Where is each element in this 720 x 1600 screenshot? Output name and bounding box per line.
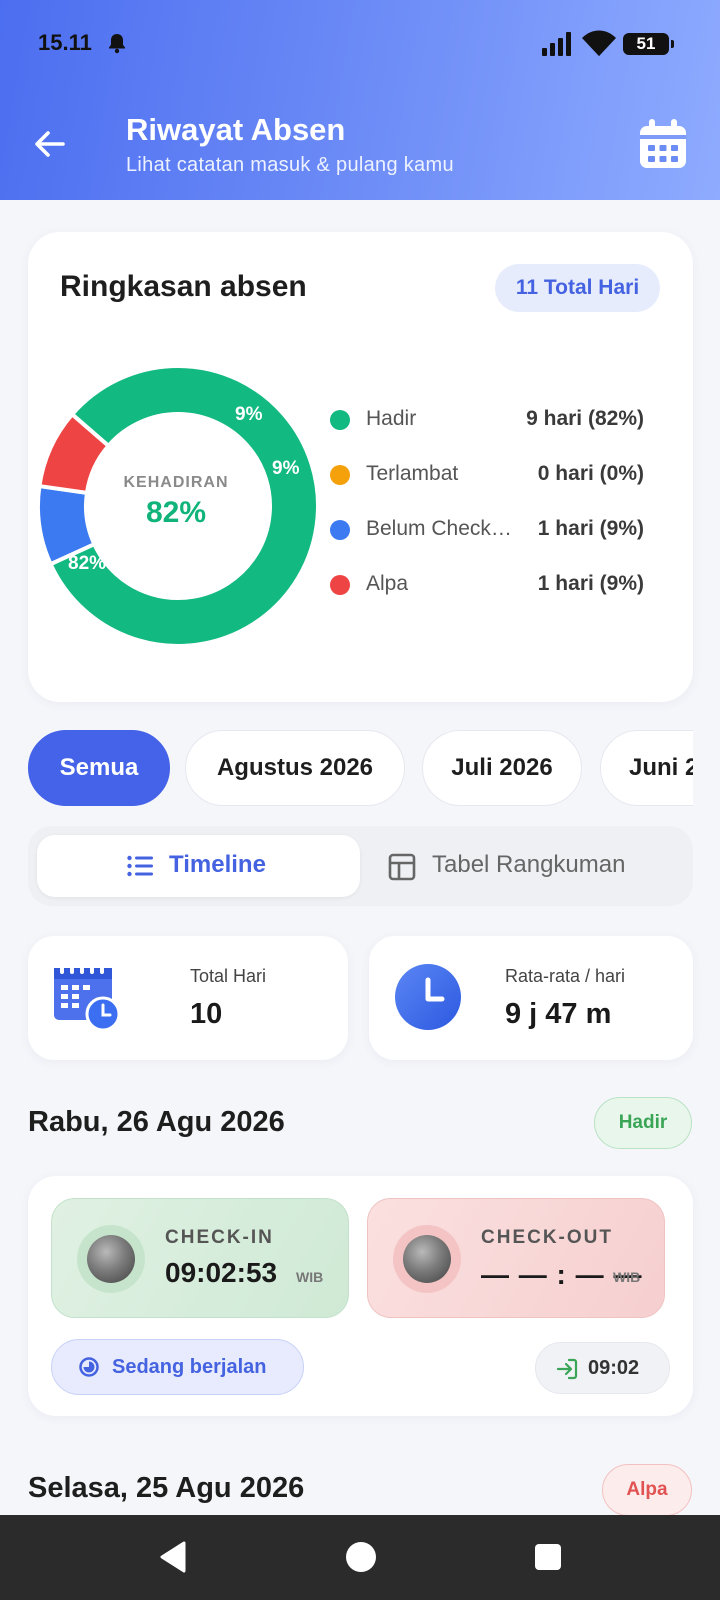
donut-center-value: 82% — [145, 496, 207, 529]
check-in-label: CHECK-IN — [165, 1227, 274, 1248]
check-out-box[interactable]: CHECK-OUT — — : — — WIB — [367, 1198, 665, 1318]
battery-icon: 51 — [623, 33, 674, 55]
table-icon — [388, 853, 416, 881]
legend-value: 1 hari (9%) — [537, 572, 644, 595]
legend-item-hadir: Hadir 9 hari (82%) — [328, 400, 658, 440]
check-out-label: CHECK-OUT — [481, 1227, 613, 1248]
average-label: Rata-rata / hari — [505, 966, 626, 986]
check-in-time: 09:02:53 — [165, 1257, 278, 1288]
month-filter-tabs: Semua Agustus 2026 Juli 2026 Juni 2026 — [28, 730, 693, 806]
notification-bell-icon — [109, 34, 125, 54]
status-badge-hadir: Hadir — [594, 1097, 692, 1149]
status-time: 15.11 — [38, 30, 92, 55]
legend-label: Belum Check-out — [366, 517, 514, 540]
legend-dot — [330, 410, 350, 430]
page-title: Riwayat Absen — [126, 112, 346, 147]
status-badge-alpa: Alpa — [602, 1464, 692, 1516]
legend-item-alpa: Alpa 1 hari (9%) — [328, 565, 658, 605]
progress-icon — [79, 1357, 99, 1377]
in-progress-badge: Sedang berjalan — [51, 1339, 304, 1395]
average-hours-card: Rata-rata / hari 9 j 47 m — [369, 936, 693, 1060]
tab-table-summary[interactable]: Tabel Rangkuman — [360, 835, 684, 897]
summary-title: Ringkasan absen — [60, 270, 307, 303]
average-value: 9 j 47 m — [505, 998, 612, 1030]
wifi-icon — [582, 30, 616, 56]
cellular-signal-icon — [542, 32, 571, 56]
system-navigation-bar — [0, 1515, 720, 1600]
check-in-photo[interactable] — [87, 1235, 135, 1283]
status-bar: 15.11 51 — [0, 0, 720, 90]
list-icon — [127, 855, 153, 877]
tab-agustus-2026[interactable]: Agustus 2026 — [185, 730, 405, 806]
nav-back-icon[interactable] — [158, 1541, 188, 1573]
in-progress-text: Sedang berjalan — [112, 1356, 267, 1378]
legend-dot — [330, 520, 350, 540]
tab-juni-2026[interactable]: Juni 2026 — [600, 730, 693, 806]
tab-juli-2026[interactable]: Juli 2026 — [422, 730, 582, 806]
back-arrow-icon[interactable] — [30, 124, 70, 164]
check-in-time-badge: 09:02 — [535, 1342, 670, 1394]
login-icon — [556, 1358, 578, 1380]
tab-table-summary-label: Tabel Rangkuman — [432, 851, 626, 878]
entry-date: Selasa, 25 Agu 2026 — [28, 1472, 305, 1504]
tab-semua[interactable]: Semua — [28, 730, 170, 806]
donut-center-label: KEHADIRAN — [123, 474, 229, 491]
battery-level: 51 — [636, 34, 656, 53]
nav-home-icon[interactable] — [345, 1541, 377, 1573]
calendar-icon[interactable] — [638, 118, 688, 170]
tab-timeline[interactable]: Timeline — [37, 835, 360, 897]
total-days-label: Total Hari — [190, 966, 267, 986]
legend-label: Terlambat — [366, 462, 459, 485]
view-toggle: Timeline Tabel Rangkuman — [28, 826, 693, 906]
nav-recents-icon[interactable] — [534, 1543, 562, 1571]
legend-label: Hadir — [366, 407, 417, 430]
legend-dot — [330, 465, 350, 485]
check-in-timezone: WIB — [296, 1269, 324, 1285]
total-days-badge: 11 Total Hari — [495, 264, 660, 312]
legend-dot — [330, 575, 350, 595]
slice-label-alpa: 9% — [272, 458, 300, 479]
legend-item-belum-checkout: Belum Check-out 1 hari (9%) — [328, 510, 658, 550]
entry-date: Rabu, 26 Agu 2026 — [28, 1106, 285, 1138]
check-in-photo-ring — [77, 1225, 145, 1293]
clock-icon — [395, 964, 461, 1030]
legend-value: 1 hari (9%) — [537, 517, 644, 540]
slice-label-hadir: 82% — [68, 553, 106, 574]
calendar-clock-icon — [54, 964, 121, 1032]
legend-label: Alpa — [366, 572, 409, 595]
slice-label-belum: 9% — [235, 404, 263, 425]
page-subtitle: Lihat catatan masuk & pulang kamu — [126, 154, 454, 176]
total-days-value: 10 — [190, 998, 223, 1030]
check-in-box[interactable]: CHECK-IN 09:02:53 WIB — [51, 1198, 349, 1318]
check-out-timezone: WIB — [613, 1269, 641, 1285]
check-out-photo-ring — [393, 1225, 461, 1293]
legend-value: 0 hari (0%) — [537, 462, 644, 485]
check-out-photo[interactable] — [403, 1235, 451, 1283]
tab-timeline-label: Timeline — [169, 851, 266, 878]
legend-item-terlambat: Terlambat 0 hari (0%) — [328, 455, 658, 495]
total-days-card: Total Hari 10 — [28, 936, 348, 1060]
check-in-short-time: 09:02 — [588, 1357, 640, 1379]
legend-value: 9 hari (82%) — [526, 407, 644, 430]
